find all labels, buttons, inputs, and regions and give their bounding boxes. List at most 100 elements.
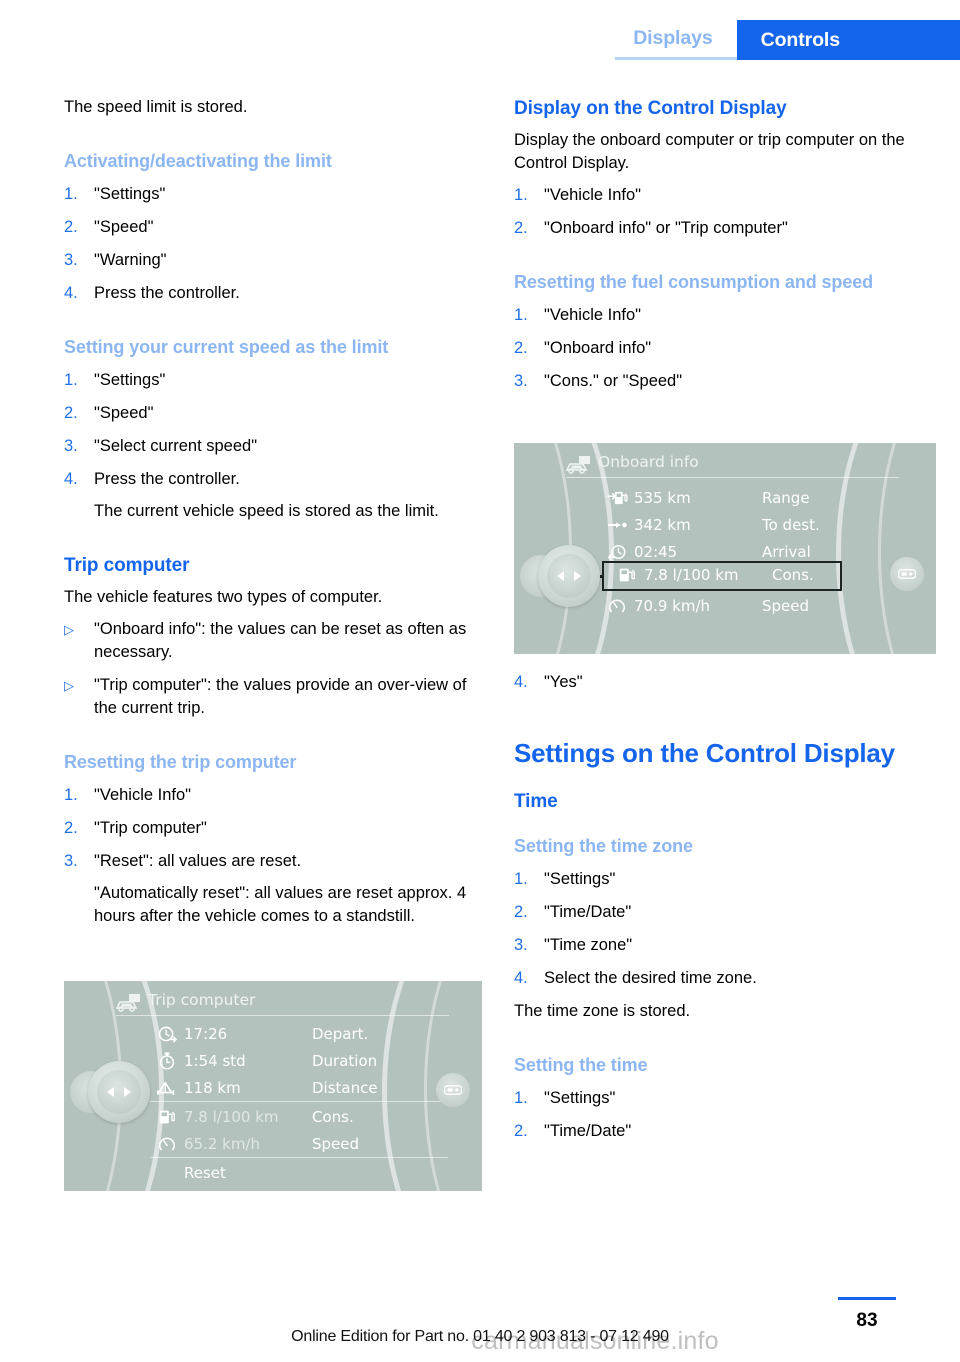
trip-computer-intro: The vehicle features two types of comput…	[64, 588, 383, 606]
onboard-row-value: 535 km	[634, 489, 691, 507]
step-number: 1.	[64, 371, 78, 389]
step-number: 2.	[514, 903, 528, 921]
list-item: 3. "Time zone"	[514, 934, 939, 957]
onboard-row-consumption[interactable]: 7.8 l/100 km Cons.	[610, 562, 814, 588]
step-number: 2.	[64, 218, 78, 236]
controller-face[interactable]	[547, 554, 591, 598]
list-item: 3. "Cons." or "Speed"	[514, 370, 939, 393]
trip-row-value: 7.8 l/100 km	[184, 1108, 279, 1126]
divider-mid	[150, 1101, 448, 1102]
list-item: 1. "Vehicle Info"	[514, 184, 939, 207]
bullet-text: "Onboard info": the values can be reset …	[94, 620, 467, 661]
step-text: "Yes"	[544, 673, 583, 691]
note-time-zone-stored: The time zone is stored.	[514, 1002, 691, 1020]
step-number: 4.	[64, 470, 78, 488]
tab-controls-label: Controls	[760, 28, 840, 51]
onboard-info-title: Onboard info	[598, 453, 699, 471]
step-number: 3.	[514, 372, 528, 390]
arrow-left-icon[interactable]	[557, 571, 564, 581]
step-text: Select the desired time zone.	[544, 969, 757, 987]
trip-row-value: 118 km	[184, 1079, 241, 1097]
arrow-left-icon[interactable]	[107, 1087, 114, 1097]
step-number: 3.	[64, 437, 78, 455]
step-number: 2.	[514, 1122, 528, 1140]
heading-display-on-control-display: Display on the Control Display	[514, 98, 787, 119]
fuel-pump-icon	[610, 565, 644, 585]
trip-computer-title-icon	[115, 993, 140, 1012]
heading-current-speed-limit: Setting your current speed as the limit	[64, 337, 389, 357]
figure-onboard-info: Onboard info 535 km Range 342 km To dest…	[514, 443, 936, 654]
list-item: 3. "Warning"	[64, 249, 489, 272]
list-item: 4. Select the desired time zone.	[514, 967, 939, 990]
trip-reset-item[interactable]: Reset	[150, 1160, 312, 1186]
steps-resetting-fuel-continued: 4. "Yes"	[514, 671, 939, 694]
back-button-icon[interactable]	[890, 557, 924, 591]
note-automatically-reset: "Automatically reset": all values are re…	[94, 884, 467, 925]
step-number: 2.	[514, 219, 528, 237]
heading-trip-computer: Trip computer	[64, 555, 190, 576]
step-number: 1.	[64, 786, 78, 804]
tab-displays[interactable]: Displays	[615, 20, 737, 60]
arrow-right-icon[interactable]	[574, 571, 581, 581]
arrival-clock-icon	[600, 542, 634, 562]
onboard-row-range: 535 km Range	[600, 485, 810, 511]
steps-setting-the-time: 1. "Settings" 2. "Time/Date"	[514, 1087, 939, 1143]
onboard-row-label: Cons.	[772, 566, 814, 584]
list-item: 1. "Settings"	[514, 1087, 939, 1110]
step-number: 3.	[64, 852, 78, 870]
trip-row-distance: 118 km Distance	[150, 1075, 378, 1101]
steps-resetting-fuel-consumption: 1. "Vehicle Info" 2. "Onboard info" 3. "…	[514, 304, 939, 393]
arrow-right-icon[interactable]	[124, 1087, 131, 1097]
trip-row-value: 65.2 km/h	[184, 1135, 261, 1153]
trip-row-label: Duration	[312, 1052, 378, 1070]
to-destination-icon	[600, 515, 634, 535]
speedometer-icon	[150, 1134, 184, 1154]
step-number: 1.	[514, 870, 528, 888]
back-button-icon[interactable]	[436, 1073, 470, 1107]
list-item: ▷ "Onboard info": the values can be rese…	[64, 618, 489, 664]
onboard-row-to-dest: 342 km To dest.	[600, 512, 820, 538]
right-column-top: Display on the Control Display Display t…	[514, 96, 939, 393]
step-number: 2.	[514, 339, 528, 357]
list-item: 1. "Settings"	[514, 868, 939, 891]
stopwatch-icon	[150, 1051, 184, 1071]
list-item: 2. "Onboard info" or "Trip computer"	[514, 217, 939, 240]
speedometer-icon	[600, 596, 634, 616]
divider-under-title	[566, 477, 899, 478]
list-item: 4. "Yes"	[514, 671, 939, 694]
list-item: 2. "Speed"	[64, 402, 489, 425]
step-number: 1.	[514, 1089, 528, 1107]
step-text: "Select current speed"	[94, 437, 258, 455]
onboard-row-label: Arrival	[762, 543, 811, 561]
step-number: 3.	[514, 936, 528, 954]
list-item: 3. "Select current speed"	[64, 435, 489, 458]
step-number: 3.	[64, 251, 78, 269]
tab-strip: Displays Controls	[615, 20, 960, 60]
onboard-row-speed: 70.9 km/h Speed	[600, 593, 809, 619]
step-text: "Cons." or "Speed"	[544, 372, 683, 390]
bezel-arc-right-inner	[836, 443, 936, 654]
tab-controls[interactable]: Controls	[736, 20, 960, 60]
trip-row-label: Distance	[312, 1079, 378, 1097]
idrive-controller[interactable]	[538, 545, 600, 607]
step-text: "Settings"	[94, 371, 166, 389]
fuel-pump-icon	[150, 1107, 184, 1127]
step-text: "Speed"	[94, 218, 154, 236]
idrive-controller[interactable]	[88, 1061, 150, 1123]
steps-activating-limit: 1. "Settings" 2. "Speed" 3. "Warning" 4.…	[64, 183, 489, 305]
trip-row-label: Depart.	[312, 1025, 369, 1043]
steps-setting-time-zone: 1. "Settings" 2. "Time/Date" 3. "Time zo…	[514, 868, 939, 990]
step-text: "Warning"	[94, 251, 167, 269]
step-number: 2.	[64, 819, 78, 837]
trip-row-value: 1:54 std	[184, 1052, 246, 1070]
controller-face[interactable]	[97, 1070, 141, 1114]
divider-bottom	[150, 1157, 448, 1158]
list-item: 4. Press the controller.	[64, 282, 489, 305]
onboard-row-label: Range	[762, 489, 810, 507]
step-text: Press the controller.	[94, 470, 240, 488]
list-item: 4. Press the controller.	[64, 468, 489, 491]
trip-row-speed: 65.2 km/h Speed	[150, 1131, 359, 1157]
